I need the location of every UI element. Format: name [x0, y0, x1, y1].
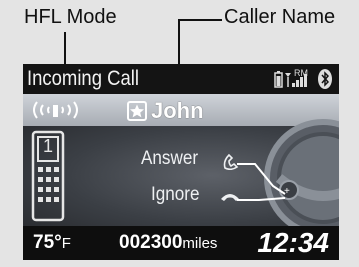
phone-line-number: 1 [42, 136, 53, 156]
roaming-indicator: RM [294, 68, 308, 78]
status-bar: Incoming Call RM [23, 64, 339, 94]
contact-star-icon [127, 101, 147, 121]
outside-temperature: 75°F [33, 232, 71, 254]
phone-status-icons: RM [274, 68, 332, 89]
odometer-unit: miles [182, 235, 218, 252]
hfl-mode-callout-label: HFL Mode [24, 6, 117, 28]
temperature-value: 75° [33, 232, 62, 253]
caller-name-callout-label: Caller Name [224, 6, 336, 28]
temperature-unit: F [61, 235, 71, 252]
phone-battery-icon [274, 71, 283, 88]
screen-title: Incoming Call [27, 67, 139, 90]
bluetooth-icon [318, 69, 332, 89]
clock: 12:34 [257, 227, 329, 258]
caller-name: John [151, 98, 204, 123]
button-pointer-lines [237, 163, 286, 201]
call-options-panel: 1 + Answer Ignore [23, 119, 339, 237]
multi-information-display: Incoming Call RM John 1 + Answer Ignore … [23, 64, 339, 260]
info-footer: 75°F 002300miles 12:34 [23, 226, 339, 260]
odometer-value: 002300 [119, 232, 183, 253]
ignore-option[interactable]: Ignore [151, 184, 199, 206]
odometer: 002300miles [119, 232, 217, 254]
status-icons: RM [273, 67, 335, 91]
caller-name-leader-horizontal [178, 19, 222, 21]
incoming-ring-icon [33, 101, 78, 119]
answer-option[interactable]: Answer [141, 148, 198, 170]
